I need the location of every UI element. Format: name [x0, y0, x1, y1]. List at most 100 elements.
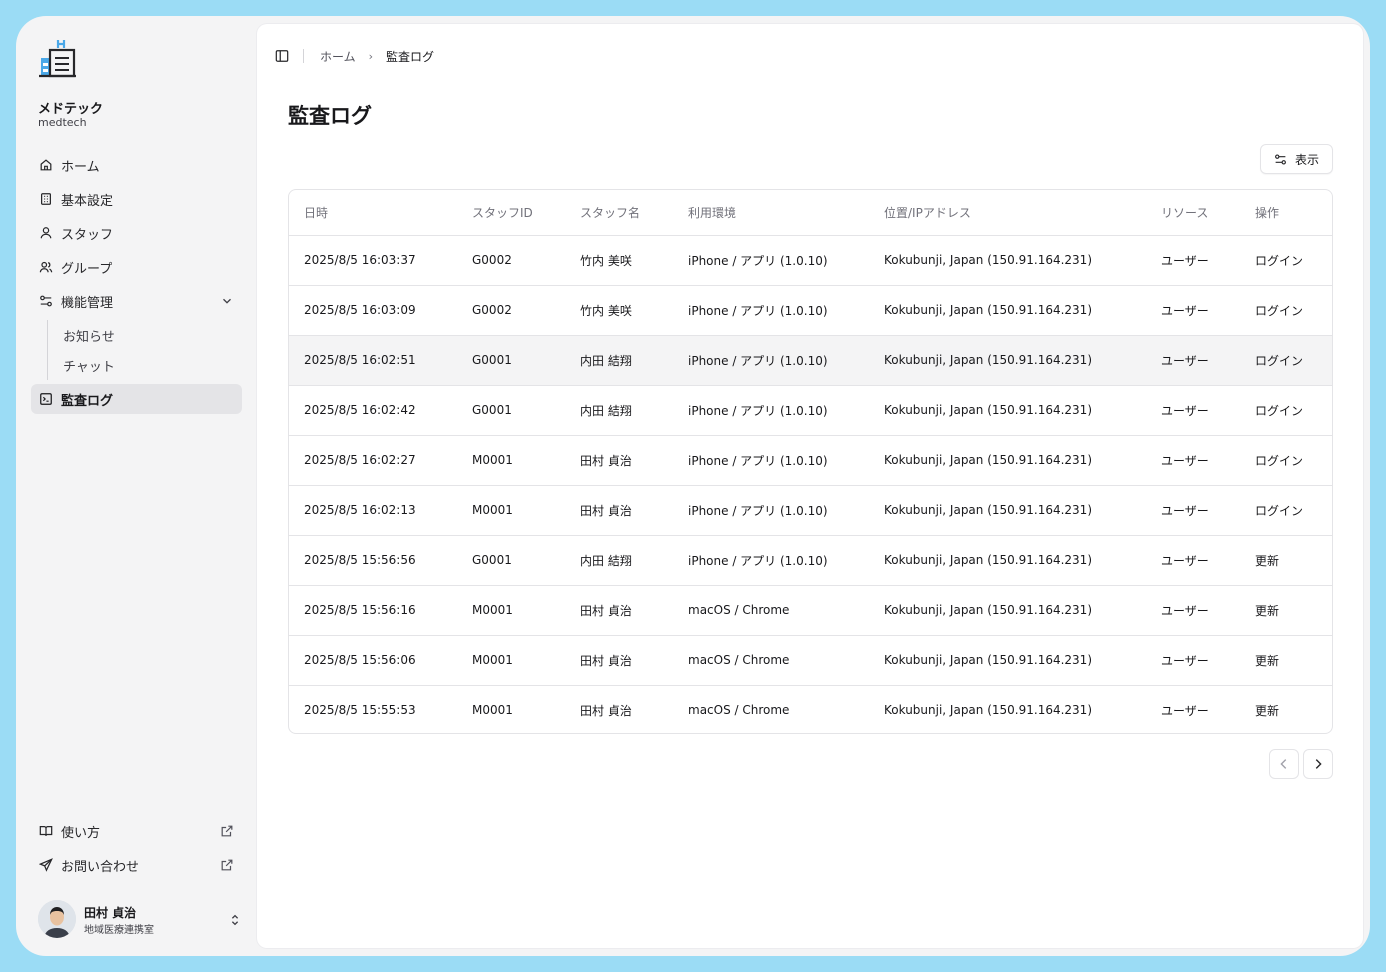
- sidebar-item-home[interactable]: ホーム: [31, 150, 242, 180]
- location-ip-cell: Kokubunji, Japan (150.91.164.231): [884, 385, 1161, 436]
- table-row[interactable]: 2025/8/5 16:03:09 G0002 竹内 美咲 iPhone / アプリ …: [289, 285, 1332, 336]
- column-header-resource[interactable]: リソース: [1161, 190, 1255, 236]
- topbar: ホーム › 監査ログ: [275, 46, 434, 66]
- terminal-icon: [39, 392, 53, 406]
- sidebar-item-label: 監査ログ: [61, 393, 114, 409]
- column-header-location-ip[interactable]: 位置/IPアドレス: [884, 190, 1161, 236]
- staff-id-cell: G0001: [472, 535, 580, 586]
- table-row[interactable]: 2025/8/5 16:03:37 G0002 竹内 美咲 iPhone / アプリ …: [289, 235, 1332, 286]
- table-row[interactable]: 2025/8/5 16:02:13 M0001 田村 貞治 iPhone / アプリ …: [289, 485, 1332, 536]
- resource-cell: ユーザー: [1161, 335, 1255, 386]
- location-ip-cell: Kokubunji, Japan (150.91.164.231): [884, 585, 1161, 636]
- resource-cell: ユーザー: [1161, 535, 1255, 586]
- pagination: [1269, 749, 1337, 779]
- users-icon: [39, 260, 53, 274]
- external-link-icon: [220, 824, 234, 838]
- user-org: 地域医療連携室: [84, 925, 154, 936]
- hospital-logo-icon: [38, 38, 78, 80]
- next-page-button[interactable]: [1303, 749, 1333, 779]
- environment-cell: iPhone / アプリ (1.0.10): [688, 435, 884, 486]
- location-ip-cell: Kokubunji, Japan (150.91.164.231): [884, 285, 1161, 336]
- previous-page-button[interactable]: [1269, 749, 1299, 779]
- resource-cell: ユーザー: [1161, 235, 1255, 286]
- table-row[interactable]: 2025/8/5 15:56:56 G0001 内田 結翔 iPhone / アプリ …: [289, 535, 1332, 586]
- sidebar: メドテック medtech ホーム 基本設定 スタッフ グループ 機能管理 お知…: [16, 16, 256, 956]
- datetime-cell: 2025/8/5 15:56:16: [289, 585, 472, 636]
- staff-id-cell: M0001: [472, 585, 580, 636]
- sidebar-item-staff[interactable]: スタッフ: [31, 218, 242, 248]
- datetime-cell: 2025/8/5 15:56:56: [289, 535, 472, 586]
- sidebar-subitem-chat[interactable]: チャット: [47, 350, 242, 380]
- sidebar-item-label: 使い方: [61, 825, 101, 841]
- sidebar-toggle-icon[interactable]: [275, 49, 289, 63]
- environment-cell: iPhone / アプリ (1.0.10): [688, 335, 884, 386]
- column-header-staff-name[interactable]: スタッフ名: [580, 190, 688, 236]
- column-header-datetime[interactable]: 日時: [289, 190, 472, 236]
- resource-cell: ユーザー: [1161, 485, 1255, 536]
- sidebar-subitem-label: チャット: [63, 359, 115, 375]
- environment-cell: macOS / Chrome: [688, 703, 790, 718]
- breadcrumb-home[interactable]: ホーム: [320, 48, 356, 65]
- action-cell: ログイン: [1255, 385, 1332, 436]
- sidebar-item-label: スタッフ: [61, 227, 114, 243]
- staff-id-cell: M0001: [472, 703, 513, 718]
- sidebar-subitem-label: お知らせ: [63, 329, 115, 345]
- sidebar-item-help[interactable]: 使い方: [31, 816, 242, 846]
- action-cell: ログイン: [1255, 285, 1332, 336]
- resource-cell: ユーザー: [1161, 635, 1255, 686]
- sidebar-item-label: 機能管理: [61, 295, 114, 311]
- staff-name-cell: 内田 結翔: [580, 335, 688, 386]
- table-row[interactable]: 2025/8/5 15:56:16 M0001 田村 貞治 macOS / Chrom…: [289, 585, 1332, 636]
- staff-id-cell: M0001: [472, 485, 580, 536]
- staff-name-cell: 田村 貞治: [580, 435, 688, 486]
- user-name: 田村 貞治: [84, 906, 137, 920]
- user-menu[interactable]: 田村 貞治 地域医療連携室: [38, 900, 242, 940]
- audit-log-table: 日時 スタッフID スタッフ名 利用環境 位置/IPアドレス リソース 操作 2…: [288, 189, 1333, 734]
- table-row[interactable]: 2025/8/5 16:02:42 G0001 内田 結翔 iPhone / アプリ …: [289, 385, 1332, 436]
- sidebar-item-settings[interactable]: 基本設定: [31, 184, 242, 214]
- sliders-icon: [1275, 153, 1286, 165]
- action-cell: ログイン: [1255, 435, 1332, 486]
- datetime-cell: 2025/8/5 16:02:51: [289, 335, 472, 386]
- external-link-icon: [220, 858, 234, 872]
- sidebar-subitem-news[interactable]: お知らせ: [47, 320, 242, 350]
- sidebar-item-contact[interactable]: お問い合わせ: [31, 850, 242, 880]
- table-row[interactable]: 2025/8/5 16:02:51 G0001 内田 結翔 iPhone / アプリ …: [289, 335, 1332, 386]
- action-cell: ログイン: [1255, 485, 1332, 536]
- sidebar-item-features[interactable]: 機能管理: [31, 286, 242, 316]
- table-row[interactable]: 2025/8/5 16:02:27 M0001 田村 貞治 iPhone / アプリ …: [289, 435, 1332, 486]
- sidebar-item-audit-log[interactable]: 監査ログ: [31, 384, 242, 414]
- staff-name-cell: 田村 貞治: [580, 703, 632, 718]
- column-header-environment[interactable]: 利用環境: [688, 190, 884, 236]
- chevron-down-icon[interactable]: [220, 294, 234, 308]
- staff-name-cell: 内田 結翔: [580, 385, 688, 436]
- book-icon: [39, 824, 53, 838]
- environment-cell: iPhone / アプリ (1.0.10): [688, 535, 884, 586]
- staff-id-cell: M0001: [472, 635, 580, 686]
- chevron-left-icon: [1280, 759, 1287, 769]
- environment-cell: macOS / Chrome: [688, 635, 884, 686]
- column-header-action[interactable]: 操作: [1255, 190, 1332, 236]
- action-cell: ログイン: [1255, 335, 1332, 386]
- action-cell: 更新: [1255, 535, 1332, 586]
- sidebar-item-group[interactable]: グループ: [31, 252, 242, 282]
- sidebar-item-label: 基本設定: [61, 193, 114, 209]
- resource-cell: ユーザー: [1161, 435, 1255, 486]
- environment-cell: iPhone / アプリ (1.0.10): [688, 485, 884, 536]
- environment-cell: iPhone / アプリ (1.0.10): [688, 235, 884, 286]
- environment-cell: iPhone / アプリ (1.0.10): [688, 285, 884, 336]
- staff-name-cell: 田村 貞治: [580, 635, 688, 686]
- action-cell: 更新: [1255, 703, 1280, 718]
- column-header-staff-id[interactable]: スタッフID: [472, 190, 580, 236]
- datetime-cell: 2025/8/5 16:02:27: [289, 435, 472, 486]
- table-row[interactable]: 2025/8/5 15:56:06 M0001 田村 貞治 macOS / Chrom…: [289, 635, 1332, 686]
- chevrons-up-down-icon[interactable]: [228, 912, 242, 926]
- datetime-cell: 2025/8/5 16:03:37: [289, 235, 472, 286]
- table-row[interactable]: 2025/8/5 15:55:53 M0001 田村 貞治 macOS / Chrom…: [289, 685, 1332, 733]
- action-cell: 更新: [1255, 585, 1332, 636]
- location-ip-cell: Kokubunji, Japan (150.91.164.231): [884, 485, 1161, 536]
- table-body: 2025/8/5 16:03:37 G0002 竹内 美咲 iPhone / アプリ …: [289, 235, 1332, 733]
- staff-name-cell: 竹内 美咲: [580, 235, 688, 286]
- datetime-cell: 2025/8/5 16:03:09: [289, 285, 472, 336]
- view-options-button[interactable]: 表示: [1260, 144, 1333, 174]
